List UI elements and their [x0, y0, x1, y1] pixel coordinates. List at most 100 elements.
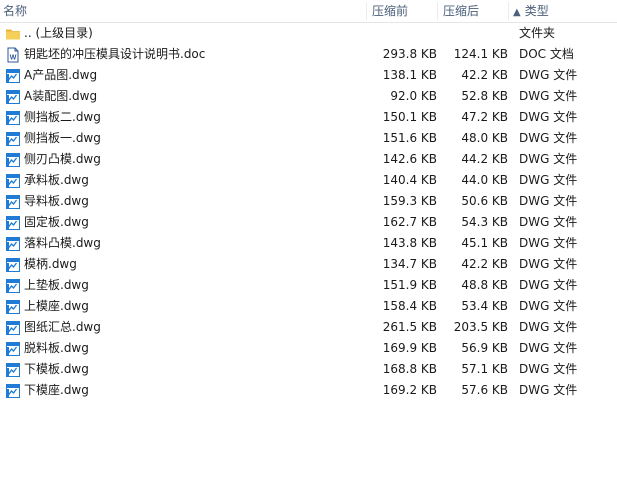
file-row[interactable]: W 钥匙坯的冲压模具设计说明书.doc 293.8 KB 124.1 KB DOC 文档	[0, 44, 617, 65]
file-row[interactable]: 脱料板.dwg 169.9 KB 56.9 KB DWG 文件	[0, 338, 617, 359]
file-size: 142.6 KB	[382, 152, 437, 166]
file-type: DWG 文件	[519, 236, 578, 250]
file-type: 文件夹	[519, 26, 556, 40]
file-packed-size: 44.2 KB	[461, 152, 508, 166]
dwg-drawing-icon	[5, 236, 21, 252]
file-name: 模柄.dwg	[24, 257, 77, 271]
file-type: DWG 文件	[519, 173, 578, 187]
file-size: 162.7 KB	[382, 215, 437, 229]
file-type: DWG 文件	[519, 299, 578, 313]
file-row[interactable]: 模柄.dwg 134.7 KB 42.2 KB DWG 文件	[0, 254, 617, 275]
file-packed-size: 48.8 KB	[461, 278, 508, 292]
column-header-type[interactable]: ▲ 类型	[513, 0, 613, 22]
file-row[interactable]: 图纸汇总.dwg 261.5 KB 203.5 KB DWG 文件	[0, 317, 617, 338]
file-name: 侧刃凸模.dwg	[24, 152, 101, 166]
dwg-drawing-icon	[5, 152, 21, 168]
column-header-name[interactable]: 名称	[3, 0, 363, 22]
file-row[interactable]: 侧挡板二.dwg 150.1 KB 47.2 KB DWG 文件	[0, 107, 617, 128]
column-header-packed-label: 压缩后	[443, 4, 480, 18]
file-row[interactable]: 下模座.dwg 169.2 KB 57.6 KB DWG 文件	[0, 380, 617, 401]
file-row[interactable]: 导料板.dwg 159.3 KB 50.6 KB DWG 文件	[0, 191, 617, 212]
file-type: DWG 文件	[519, 362, 578, 376]
file-name: 导料板.dwg	[24, 194, 89, 208]
dwg-drawing-icon	[5, 362, 21, 378]
file-size	[360, 23, 437, 44]
file-packed-size: 42.2 KB	[461, 257, 508, 271]
file-name: A产品图.dwg	[24, 68, 98, 82]
file-type: DWG 文件	[519, 278, 578, 292]
file-row[interactable]: 上垫板.dwg 151.9 KB 48.8 KB DWG 文件	[0, 275, 617, 296]
file-type: DWG 文件	[519, 152, 578, 166]
file-type: DWG 文件	[519, 320, 578, 334]
file-type: DWG 文件	[519, 89, 578, 103]
file-packed-size: 52.8 KB	[461, 89, 508, 103]
file-packed-size: 54.3 KB	[461, 215, 508, 229]
file-row[interactable]: 下模板.dwg 168.8 KB 57.1 KB DWG 文件	[0, 359, 617, 380]
file-type: DWG 文件	[519, 110, 578, 124]
dwg-drawing-icon	[5, 215, 21, 231]
file-name: 上模座.dwg	[24, 299, 89, 313]
file-packed-size: 42.2 KB	[461, 68, 508, 82]
file-type: DOC 文档	[519, 47, 574, 61]
file-type: DWG 文件	[519, 194, 578, 208]
dwg-drawing-icon	[5, 131, 21, 147]
dwg-drawing-icon	[5, 278, 21, 294]
column-header-packed[interactable]: 压缩后	[443, 0, 509, 22]
file-row[interactable]: 落料凸模.dwg 143.8 KB 45.1 KB DWG 文件	[0, 233, 617, 254]
file-size: 150.1 KB	[382, 110, 437, 124]
file-name: 钥匙坯的冲压模具设计说明书.doc	[24, 47, 206, 61]
file-packed-size: 57.6 KB	[461, 383, 508, 397]
file-list: .. (上级目录) 文件夹 W 钥匙坯的冲压模具设计说明书.doc 293.8 KB 12…	[0, 23, 617, 401]
file-name: 承料板.dwg	[24, 173, 89, 187]
file-name: 侧挡板一.dwg	[24, 131, 101, 145]
dwg-drawing-icon	[5, 299, 21, 315]
dwg-drawing-icon	[5, 257, 21, 273]
file-row[interactable]: .. (上级目录) 文件夹	[0, 23, 617, 44]
file-name: 固定板.dwg	[24, 215, 89, 229]
file-size: 134.7 KB	[382, 257, 437, 271]
file-size: 138.1 KB	[382, 68, 437, 82]
dwg-drawing-icon	[5, 68, 21, 84]
file-type: DWG 文件	[519, 68, 578, 82]
file-packed-size: 48.0 KB	[461, 131, 508, 145]
file-name: 脱料板.dwg	[24, 341, 89, 355]
word-document-icon: W	[5, 47, 21, 63]
column-divider[interactable]	[508, 2, 509, 20]
file-row[interactable]: 承料板.dwg 140.4 KB 44.0 KB DWG 文件	[0, 170, 617, 191]
file-size: 261.5 KB	[382, 320, 437, 334]
file-packed-size: 44.0 KB	[461, 173, 508, 187]
column-header-size[interactable]: 压缩前	[372, 0, 438, 22]
file-name: .. (上级目录)	[24, 26, 93, 40]
file-row[interactable]: 侧刃凸模.dwg 142.6 KB 44.2 KB DWG 文件	[0, 149, 617, 170]
dwg-drawing-icon	[5, 341, 21, 357]
file-row[interactable]: A产品图.dwg 138.1 KB 42.2 KB DWG 文件	[0, 65, 617, 86]
column-divider[interactable]	[437, 2, 438, 20]
file-name: 下模座.dwg	[24, 383, 89, 397]
dwg-drawing-icon	[5, 110, 21, 126]
column-header-type-label: 类型	[524, 4, 549, 18]
file-row[interactable]: 上模座.dwg 158.4 KB 53.4 KB DWG 文件	[0, 296, 617, 317]
file-name: 落料凸模.dwg	[24, 236, 101, 250]
column-divider[interactable]	[366, 2, 367, 20]
file-name: A装配图.dwg	[24, 89, 98, 103]
file-size: 169.9 KB	[382, 341, 437, 355]
file-type: DWG 文件	[519, 131, 578, 145]
file-packed-size: 50.6 KB	[461, 194, 508, 208]
file-row[interactable]: A装配图.dwg 92.0 KB 52.8 KB DWG 文件	[0, 86, 617, 107]
file-row[interactable]: 侧挡板一.dwg 151.6 KB 48.0 KB DWG 文件	[0, 128, 617, 149]
file-type: DWG 文件	[519, 383, 578, 397]
file-size: 143.8 KB	[382, 236, 437, 250]
column-header-name-label: 名称	[3, 4, 28, 18]
file-name: 侧挡板二.dwg	[24, 110, 101, 124]
folder-icon	[5, 26, 21, 42]
sort-ascending-icon: ▲	[513, 7, 521, 18]
file-row[interactable]: 固定板.dwg 162.7 KB 54.3 KB DWG 文件	[0, 212, 617, 233]
dwg-drawing-icon	[5, 89, 21, 105]
file-name: 下模板.dwg	[24, 362, 89, 376]
file-packed-size: 53.4 KB	[461, 299, 508, 313]
file-name: 上垫板.dwg	[24, 278, 89, 292]
svg-text:W: W	[10, 55, 17, 62]
file-size: 168.8 KB	[382, 362, 437, 376]
file-size: 92.0 KB	[390, 89, 437, 103]
file-packed-size: 45.1 KB	[461, 236, 508, 250]
